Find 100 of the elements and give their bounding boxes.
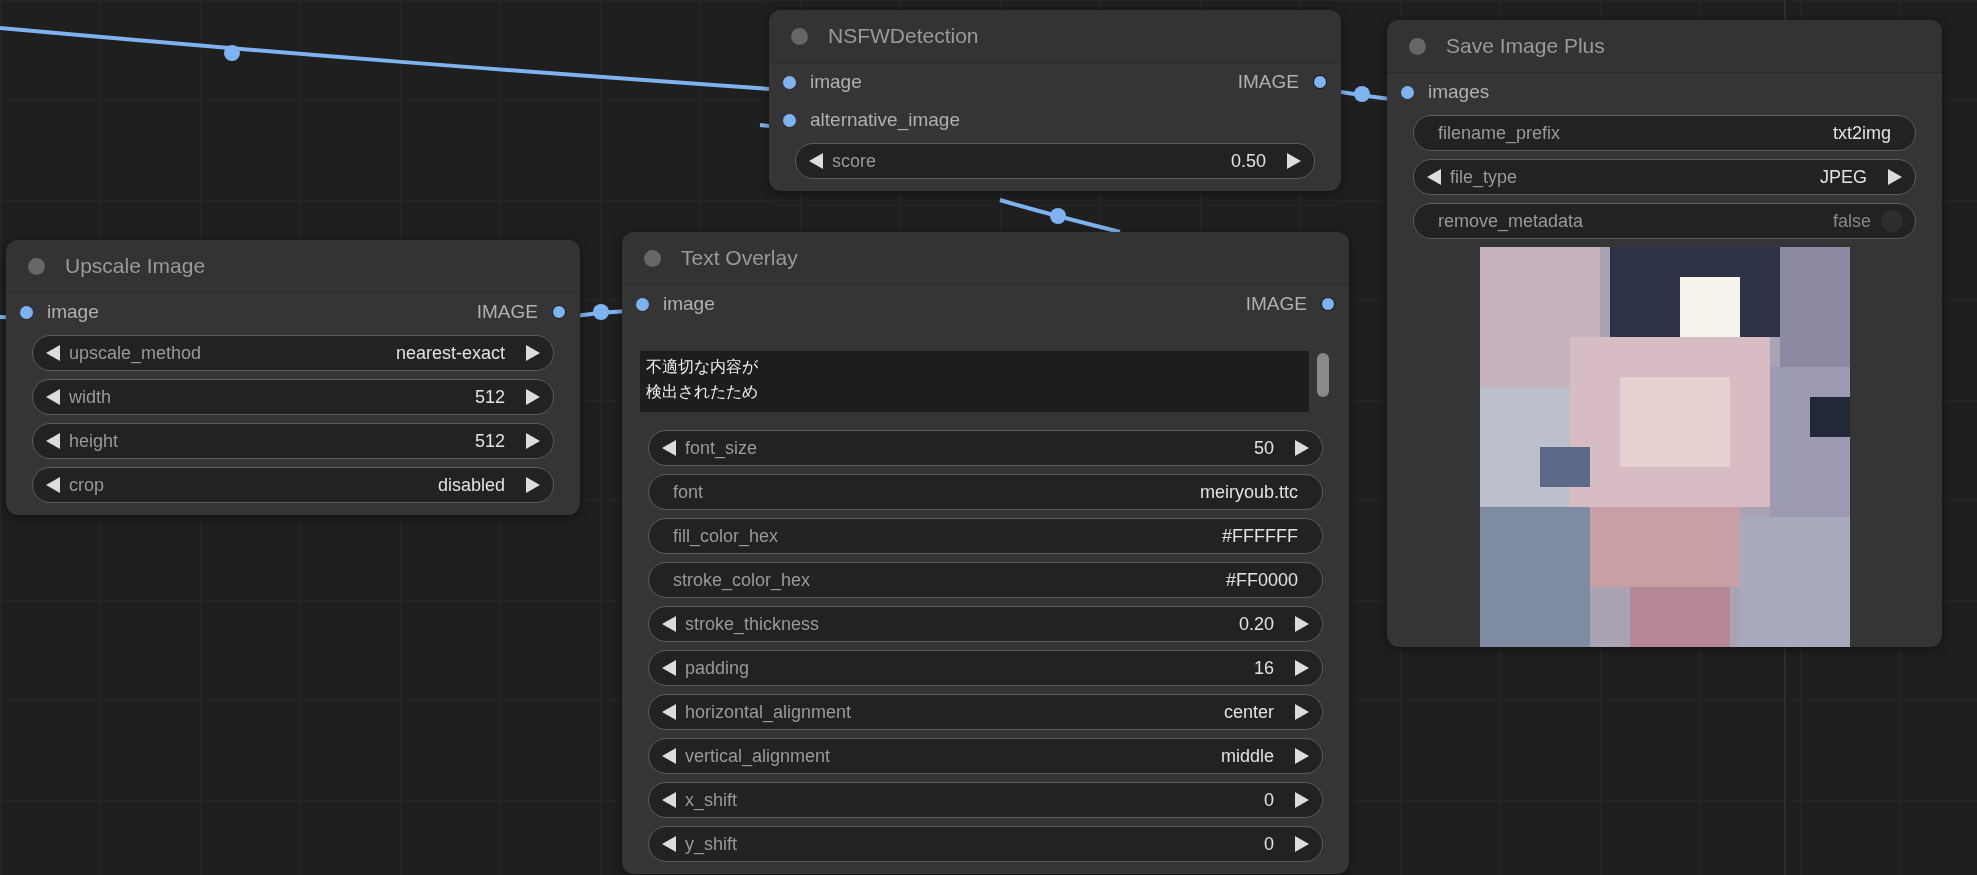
node-panel[interactable]: Save Image Plus images filename_prefix txt2img file_type JPEG remove_metadata false: [1387, 20, 1942, 647]
number-widget[interactable]: x_shift 0: [648, 782, 1323, 818]
widget-value: nearest-exact: [395, 342, 505, 364]
left-arrow-icon[interactable]: [45, 432, 61, 450]
widget-value: 50: [1253, 437, 1274, 459]
text-area[interactable]: 不適切な内容が 検出されたため: [640, 351, 1309, 412]
number-widget[interactable]: upscale_method nearest-exact: [32, 335, 554, 371]
output-label: IMAGE: [1245, 293, 1307, 315]
collapse-dot-icon[interactable]: [28, 257, 45, 275]
widget-value: false: [1832, 210, 1871, 232]
node-panel[interactable]: NSFWDetection image IMAGE alternative_image score 0.50: [769, 10, 1341, 191]
input-dot-icon[interactable]: [783, 75, 796, 89]
node-title: Text Overlay: [681, 246, 798, 270]
output-label: IMAGE: [1237, 71, 1299, 93]
widget-label: y_shift: [685, 833, 739, 855]
widget-label: file_type: [1450, 166, 1519, 188]
widget-label: stroke_thickness: [685, 613, 821, 635]
collapse-dot-icon[interactable]: [644, 249, 661, 267]
input-label: image: [663, 293, 715, 315]
right-arrow-icon[interactable]: [1887, 168, 1903, 186]
widget-value: #FFFFFF: [1222, 525, 1298, 547]
widget-value: 512: [474, 386, 505, 408]
widget-label: vertical_alignment: [685, 745, 832, 767]
number-widget[interactable]: height 512: [32, 423, 554, 459]
input-dot-icon[interactable]: [636, 297, 649, 311]
widget-value: #FF0000: [1225, 569, 1298, 591]
node-panel[interactable]: [622, 232, 1349, 874]
output-dot-icon[interactable]: [552, 305, 566, 319]
input-label: image: [47, 301, 99, 323]
number-widget[interactable]: stroke_thickness 0.20: [648, 606, 1323, 642]
output-dot-icon[interactable]: [1313, 75, 1327, 89]
widget-value: 0: [1264, 833, 1274, 855]
number-widget[interactable]: score 0.50: [795, 143, 1315, 179]
node-panel[interactable]: Upscale Image image IMAGE upscale_method nearest-exact width 512 height 512 crop disabled: [6, 240, 580, 515]
right-arrow-icon[interactable]: [525, 388, 541, 406]
input-label: image: [810, 71, 862, 93]
number-widget[interactable]: vertical_alignment middle: [648, 738, 1323, 774]
left-arrow-icon[interactable]: [661, 439, 677, 457]
widget-label: width: [69, 386, 113, 408]
widget-label: upscale_method: [69, 342, 203, 364]
input-dot-icon[interactable]: [20, 305, 33, 319]
widget-value: meiryoub.ttc: [1199, 481, 1298, 503]
scrollbar-thumb[interactable]: [1317, 353, 1329, 397]
text-widget[interactable]: filename_prefix txt2img: [1413, 115, 1916, 151]
text-line: 不適切な内容が: [646, 356, 758, 378]
text-widget[interactable]: fill_color_hex #FFFFFF: [648, 518, 1323, 554]
number-widget[interactable]: width 512: [32, 379, 554, 415]
node-title: NSFWDetection: [828, 24, 979, 48]
right-arrow-icon[interactable]: [1294, 615, 1310, 633]
number-widget[interactable]: y_shift 0: [648, 826, 1323, 862]
widget-value: center: [1223, 701, 1274, 723]
output-label: IMAGE: [476, 301, 538, 323]
output-dot-icon[interactable]: [1321, 297, 1335, 311]
left-arrow-icon[interactable]: [808, 152, 824, 170]
widget-label: remove_metadata: [1437, 210, 1585, 232]
number-widget[interactable]: padding 16: [648, 650, 1323, 686]
right-arrow-icon[interactable]: [525, 432, 541, 450]
widget-label: score: [832, 150, 877, 172]
right-arrow-icon[interactable]: [525, 344, 541, 362]
left-arrow-icon[interactable]: [661, 703, 677, 721]
right-arrow-icon[interactable]: [1294, 703, 1310, 721]
text-widget[interactable]: font meiryoub.ttc: [648, 474, 1323, 510]
number-widget[interactable]: file_type JPEG: [1413, 159, 1916, 195]
input-label: images: [1428, 81, 1490, 103]
left-arrow-icon[interactable]: [45, 388, 61, 406]
right-arrow-icon[interactable]: [1294, 659, 1310, 677]
node-title: Upscale Image: [65, 254, 206, 278]
left-arrow-icon[interactable]: [661, 659, 677, 677]
text-widget[interactable]: stroke_color_hex #FF0000: [648, 562, 1323, 598]
left-arrow-icon[interactable]: [45, 476, 61, 494]
node-title: Save Image Plus: [1446, 34, 1605, 58]
left-arrow-icon[interactable]: [45, 344, 61, 362]
input-dot-icon[interactable]: [783, 113, 796, 127]
left-arrow-icon[interactable]: [661, 615, 677, 633]
right-arrow-icon[interactable]: [1294, 439, 1310, 457]
right-arrow-icon[interactable]: [1294, 835, 1310, 853]
input-label: alternative_image: [810, 109, 960, 131]
right-arrow-icon[interactable]: [1294, 747, 1310, 765]
right-arrow-icon[interactable]: [1286, 152, 1302, 170]
text-line: 検出されたため: [646, 381, 758, 403]
collapse-dot-icon[interactable]: [791, 27, 808, 45]
left-arrow-icon[interactable]: [661, 791, 677, 809]
input-dot-icon[interactable]: [1401, 85, 1414, 99]
left-arrow-icon[interactable]: [661, 835, 677, 853]
widget-value: 512: [474, 430, 505, 452]
collapse-dot-icon[interactable]: [1409, 37, 1426, 55]
widget-label: font: [672, 481, 705, 503]
number-widget[interactable]: font_size 50: [648, 430, 1323, 466]
widget-value: middle: [1220, 745, 1274, 767]
number-widget[interactable]: horizontal_alignment center: [648, 694, 1323, 730]
left-arrow-icon[interactable]: [661, 747, 677, 765]
right-arrow-icon[interactable]: [1294, 791, 1310, 809]
widget-label: x_shift: [685, 789, 739, 811]
widget-value: 16: [1253, 657, 1274, 679]
left-arrow-icon[interactable]: [1426, 168, 1442, 186]
toggle-widget[interactable]: remove_metadata false: [1413, 203, 1916, 239]
widget-value: disabled: [437, 474, 505, 496]
number-widget[interactable]: crop disabled: [32, 467, 554, 503]
widget-label: crop: [69, 474, 105, 496]
right-arrow-icon[interactable]: [525, 476, 541, 494]
